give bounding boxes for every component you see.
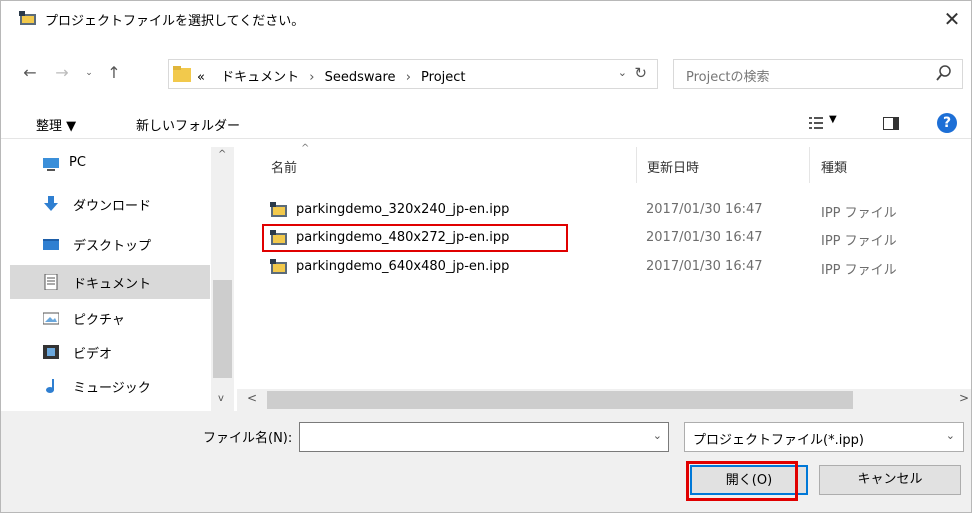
file-name: parkingdemo_320x240_jp-en.ipp: [296, 202, 510, 217]
command-bar: 整理 ▼ 新しいフォルダー ▼ ?: [1, 109, 971, 139]
file-modified: 2017/01/30 16:47: [646, 259, 763, 274]
file-name-dropdown-button[interactable]: ⌄: [653, 429, 662, 442]
column-header-label: 更新日時: [647, 161, 700, 176]
column-header-label: 種類: [821, 161, 848, 176]
file-open-dialog: プロジェクトファイルを選択してください。 ✕ ← → ⌄ ↑ « ドキュメント …: [0, 0, 972, 513]
search-icon[interactable]: [936, 64, 952, 82]
breadcrumb-overflow[interactable]: «: [197, 70, 205, 85]
column-divider[interactable]: [636, 147, 637, 183]
documents-icon: [44, 274, 58, 290]
sidebar-item-label: ドキュメント: [73, 277, 152, 292]
refresh-button[interactable]: ↻: [634, 64, 647, 82]
pictures-icon: [43, 312, 59, 325]
sidebar-item-pictures[interactable]: ピクチャ: [10, 301, 210, 335]
cancel-button[interactable]: キャンセル: [819, 465, 961, 495]
open-button-highlight-annotation: [686, 461, 798, 501]
file-row[interactable]: parkingdemo_320x240_jp-en.ipp 2017/01/30…: [262, 199, 942, 223]
scrollbar-thumb[interactable]: [267, 391, 853, 409]
dialog-footer: ファイル名(N): ⌄ プロジェクトファイル(*.ipp) ⌄ 開く(O) キャ…: [1, 411, 971, 512]
app-icon: [19, 11, 36, 25]
column-header-type[interactable]: 種類: [821, 157, 847, 176]
scroll-left-button[interactable]: <: [247, 391, 257, 405]
music-icon: [46, 379, 54, 393]
file-name: parkingdemo_640x480_jp-en.ipp: [296, 259, 510, 274]
breadcrumb-seedsware[interactable]: Seedsware: [325, 70, 396, 85]
file-list: 名前 ^ 更新日時 種類 parkingdemo_320x240_jp-en.i…: [237, 141, 971, 411]
desktop-icon: [43, 239, 59, 250]
sidebar-item-downloads[interactable]: ダウンロード: [10, 187, 210, 221]
videos-icon: [43, 345, 59, 359]
close-button[interactable]: ✕: [937, 4, 967, 34]
ipp-file-icon: [270, 259, 287, 274]
file-type-filter-select[interactable]: プロジェクトファイル(*.ipp) ⌄: [684, 422, 964, 452]
sidebar-item-desktop[interactable]: デスクトップ: [10, 227, 210, 261]
sidebar-item-label: ミュージック: [73, 381, 151, 396]
navigation-pane-scrollbar[interactable]: ^ v: [211, 147, 234, 411]
address-bar[interactable]: « ドキュメント › Seedsware › Project ⌄ ↻: [168, 59, 658, 89]
file-list-horizontal-scrollbar[interactable]: < >: [237, 389, 971, 411]
column-header-name[interactable]: 名前 ^: [271, 143, 309, 176]
breadcrumb-documents[interactable]: ドキュメント: [221, 70, 299, 85]
scroll-right-button[interactable]: >: [959, 391, 969, 405]
breadcrumb: « ドキュメント › Seedsware › Project: [197, 66, 466, 85]
up-button[interactable]: ↑: [104, 63, 124, 83]
computer-icon: [43, 158, 59, 171]
breadcrumb-project[interactable]: Project: [421, 70, 465, 85]
sidebar-item-videos[interactable]: ビデオ: [10, 335, 210, 369]
new-folder-button[interactable]: 新しいフォルダー: [136, 115, 240, 134]
recent-locations-button[interactable]: ⌄: [79, 63, 99, 83]
download-icon: [44, 196, 58, 211]
sidebar-item-label: ピクチャ: [73, 313, 125, 328]
column-divider[interactable]: [809, 147, 810, 183]
sidebar-item-label: ビデオ: [73, 347, 113, 362]
view-options-icon[interactable]: [809, 116, 823, 130]
ipp-file-icon: [270, 202, 287, 217]
navigation-bar: ← → ⌄ ↑ « ドキュメント › Seedsware › Project ⌄…: [1, 55, 971, 91]
file-modified: 2017/01/30 16:47: [646, 230, 763, 245]
title-bar: プロジェクトファイルを選択してください。 ✕: [1, 1, 971, 37]
sidebar-item-documents[interactable]: ドキュメント: [10, 265, 210, 299]
preview-pane-icon[interactable]: [883, 117, 899, 130]
file-type: IPP ファイル: [821, 234, 897, 249]
breadcrumb-separator[interactable]: ›: [309, 70, 314, 85]
file-name-label: ファイル名(N):: [203, 431, 293, 446]
sidebar-item-pc[interactable]: PC: [10, 147, 210, 181]
sidebar-item-label: ダウンロード: [73, 199, 152, 214]
file-type-filter-value: プロジェクトファイル(*.ipp): [693, 433, 864, 448]
file-row[interactable]: parkingdemo_640x480_jp-en.ipp 2017/01/30…: [262, 256, 942, 280]
scrollbar-thumb[interactable]: [213, 280, 232, 378]
dialog-title: プロジェクトファイルを選択してください。: [45, 14, 305, 29]
address-dropdown-button[interactable]: ⌄: [618, 66, 627, 79]
file-name-input[interactable]: ⌄: [299, 422, 669, 452]
file-type: IPP ファイル: [821, 206, 897, 221]
column-header-modified[interactable]: 更新日時: [647, 157, 699, 176]
file-type: IPP ファイル: [821, 263, 897, 278]
view-dropdown-button[interactable]: ▼: [829, 114, 837, 125]
scroll-down-button[interactable]: v: [218, 393, 224, 404]
scroll-up-button[interactable]: ^: [218, 149, 226, 160]
column-header-label: 名前: [271, 161, 298, 176]
search-placeholder: Projectの検索: [686, 70, 770, 85]
navigation-pane: PC ダウンロード デスクトップ ドキュメント ピクチャ ビデオ ミュージック: [10, 147, 235, 411]
sidebar-item-label: デスクトップ: [73, 239, 152, 254]
sidebar-item-music[interactable]: ミュージック: [10, 369, 210, 403]
back-button[interactable]: ←: [20, 63, 40, 83]
organize-menu[interactable]: 整理 ▼: [36, 115, 76, 134]
sort-ascending-icon: ^: [301, 143, 310, 154]
forward-button[interactable]: →: [52, 63, 72, 83]
sidebar-item-label: PC: [69, 155, 86, 170]
help-icon[interactable]: ?: [937, 113, 957, 133]
breadcrumb-separator[interactable]: ›: [406, 70, 411, 85]
chevron-down-icon[interactable]: ⌄: [946, 429, 955, 442]
folder-icon: [173, 66, 191, 82]
file-modified: 2017/01/30 16:47: [646, 202, 763, 217]
file-highlight-annotation: [262, 224, 568, 252]
search-box[interactable]: Projectの検索: [673, 59, 963, 89]
